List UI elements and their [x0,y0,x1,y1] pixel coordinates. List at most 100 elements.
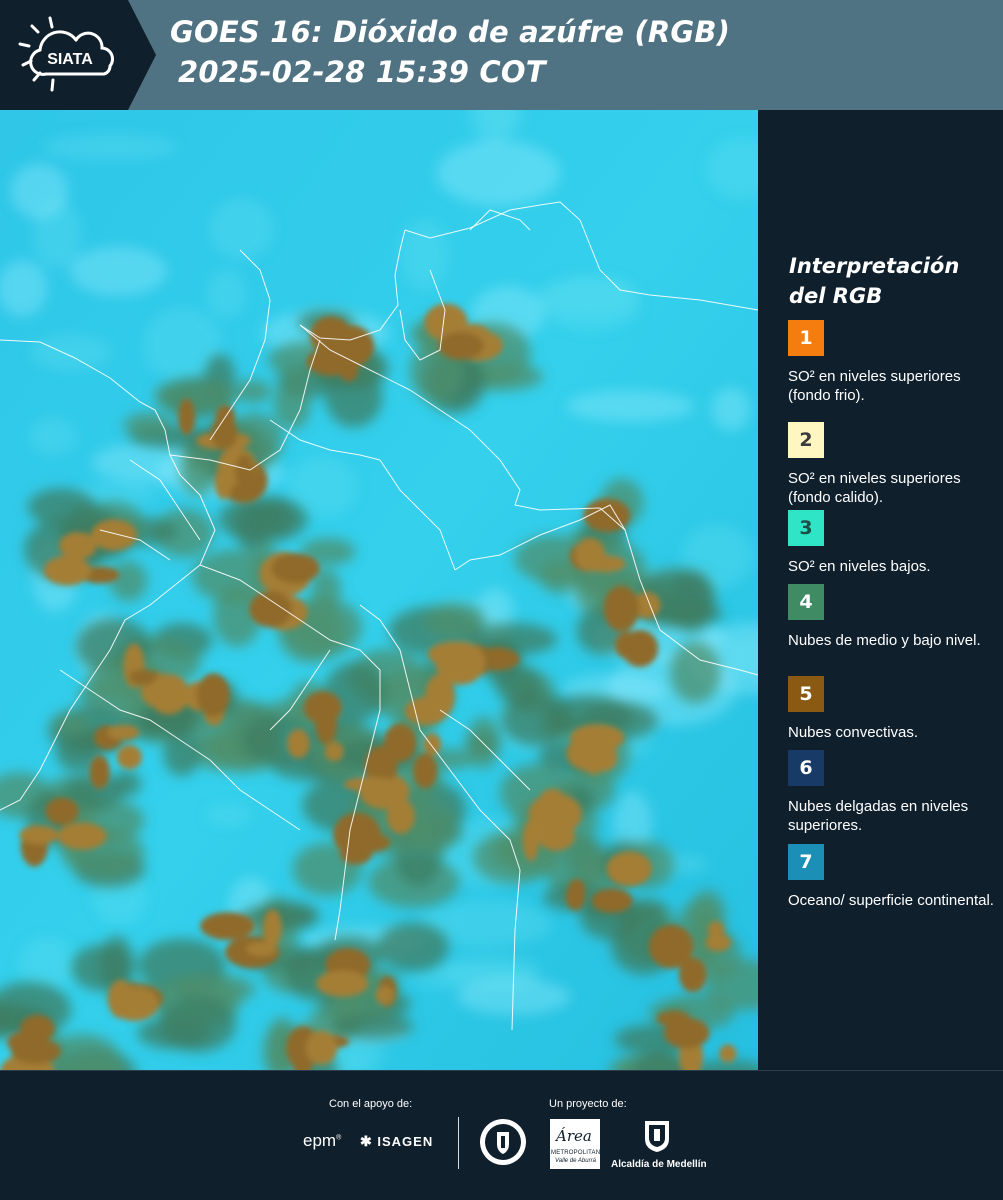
convective-cloud-patch [90,519,137,551]
haze-patch [209,198,274,260]
low-cloud-patch [331,1014,414,1040]
low-cloud-patch [501,691,574,747]
legend-label: SO² en niveles superiores (fondo frio). [788,368,961,404]
haze-patch [206,270,246,318]
legend-item-6: 6 Nubes delgadas en niveles superiores. [788,750,998,835]
convective-cloud-patch [196,673,230,717]
convective-cloud-patch [574,537,606,572]
convective-cloud-patch [287,728,310,759]
footer-bar: Con el apoyo de: Un proyecto de: epm® ✱ … [0,1070,1003,1200]
page-timestamp: 2025-02-28 15:39 COT [178,55,546,89]
isagen-logo-text: ISAGEN [377,1134,434,1149]
convective-cloud-patch [263,909,282,947]
legend-label: SO² en niveles superiores (fondo calido)… [788,470,961,506]
low-cloud-patch [670,641,721,704]
legend-label: Nubes de medio y bajo nivel. [788,632,981,649]
convective-cloud-patch [271,553,320,584]
convective-cloud-patch [89,755,110,789]
convective-cloud-patch [648,924,694,969]
legend-swatch: 5 [788,676,824,712]
convective-cloud-patch [325,741,344,762]
legend-title-line1: Interpretación [789,254,960,278]
legend-label: Oceano/ superficie continental. [788,892,994,909]
convective-cloud-patch [343,777,399,792]
convective-cloud-patch [59,532,97,560]
legend-item-1: 1 SO² en niveles superiores (fondo frio). [788,320,998,405]
low-cloud-patch [377,922,449,972]
legend-panel: Interpretación del RGB 1 SO² en niveles s… [758,110,1003,1070]
convective-cloud-patch [7,1032,36,1054]
convective-cloud-patch [606,851,652,887]
low-cloud-patch [180,441,217,496]
legend-item-5: 5 Nubes convectivas. [788,676,998,742]
low-cloud-patch [123,412,172,438]
convective-cloud-patch [719,1044,737,1063]
convective-cloud-patch [200,912,255,940]
haze-patch [43,134,178,160]
low-cloud-patch [218,496,308,543]
siata-logo-text: SIATA [47,51,93,68]
convective-cloud-patch [43,555,92,586]
legend-title: Interpretación del RGB [789,251,999,311]
area-logo-sub1: METROPOLITANA [551,1150,605,1156]
haze-patch [436,140,561,206]
header-bar: SIATA GOES 16: Dióxido de azúfre (RGB) 2… [0,0,1003,110]
convective-cloud-patch [45,797,79,825]
convective-cloud-patch [178,398,196,436]
legend-swatch: 4 [788,584,824,620]
support-caption: Con el apoyo de: [329,1098,413,1110]
haze-patch [70,246,167,296]
legend-item-4: 4 Nubes de medio y bajo nivel. [788,584,998,650]
legend-label: SO² en niveles bajos. [788,558,931,575]
low-cloud-patch [159,995,237,1052]
low-cloud-patch [163,732,201,776]
convective-cloud-patch [249,590,292,628]
haze-patch [711,387,751,431]
convective-cloud-patch [108,979,133,1019]
convective-cloud-patch [375,985,394,1005]
convective-cloud-patch [656,1010,691,1027]
low-cloud-patch [273,378,311,430]
epm-logo-text: epm [303,1131,337,1150]
haze-patch [566,390,695,423]
legend-swatch: 1 [788,320,824,356]
legend-item-2: 2 SO² en niveles superiores (fondo calido… [788,422,998,507]
convective-cloud-patch [537,821,576,851]
siata-logo-block: SIATA [0,0,128,110]
convective-cloud-patch [412,753,438,789]
legend-label: Nubes delgadas en niveles superiores. [788,798,969,834]
haze-patch [540,275,642,331]
area-metropolitana-logo: Área METROPOLITANA Valle de Aburrá [550,1119,604,1169]
convective-cloud-patch [522,819,540,861]
legend-swatch: 3 [788,510,824,546]
convective-cloud-patch [582,745,618,772]
isagen-star-icon: ✱ [360,1133,373,1149]
convective-cloud-patch [306,1030,338,1065]
low-cloud-patch [109,561,148,602]
siata-logo-icon: SIATA [18,16,115,92]
haze-patch [29,417,77,455]
convective-cloud-patch [19,825,59,845]
convective-cloud-patch [57,822,107,850]
legend-swatch: 7 [788,844,824,880]
legend-item-3: 3 SO² en niveles bajos. [788,510,998,576]
convective-cloud-patch [235,454,254,490]
convective-cloud-patch [315,702,338,745]
area-logo-sub2: Valle de Aburrá [555,1158,596,1164]
page-title: GOES 16: Dióxido de azúfre (RGB) [170,15,731,49]
convective-cloud-patch [325,324,375,368]
convective-cloud-patch [614,631,640,659]
alcaldia-logo-text: Alcaldía de Medellín [611,1159,707,1170]
low-cloud-patch [234,379,272,404]
convective-cloud-patch [707,921,725,938]
legend-swatch: 6 [788,750,824,786]
area-logo-text: Área [556,1127,592,1145]
convective-cloud-patch [438,332,484,360]
footer-divider [458,1117,459,1169]
haze-patch [31,334,112,371]
legend-swatch: 2 [788,422,824,458]
haze-patch [206,804,251,827]
legend-label: Nubes convectivas. [788,724,919,741]
legend-title-line2: del RGB [789,284,883,308]
convective-cloud-patch [107,724,140,741]
